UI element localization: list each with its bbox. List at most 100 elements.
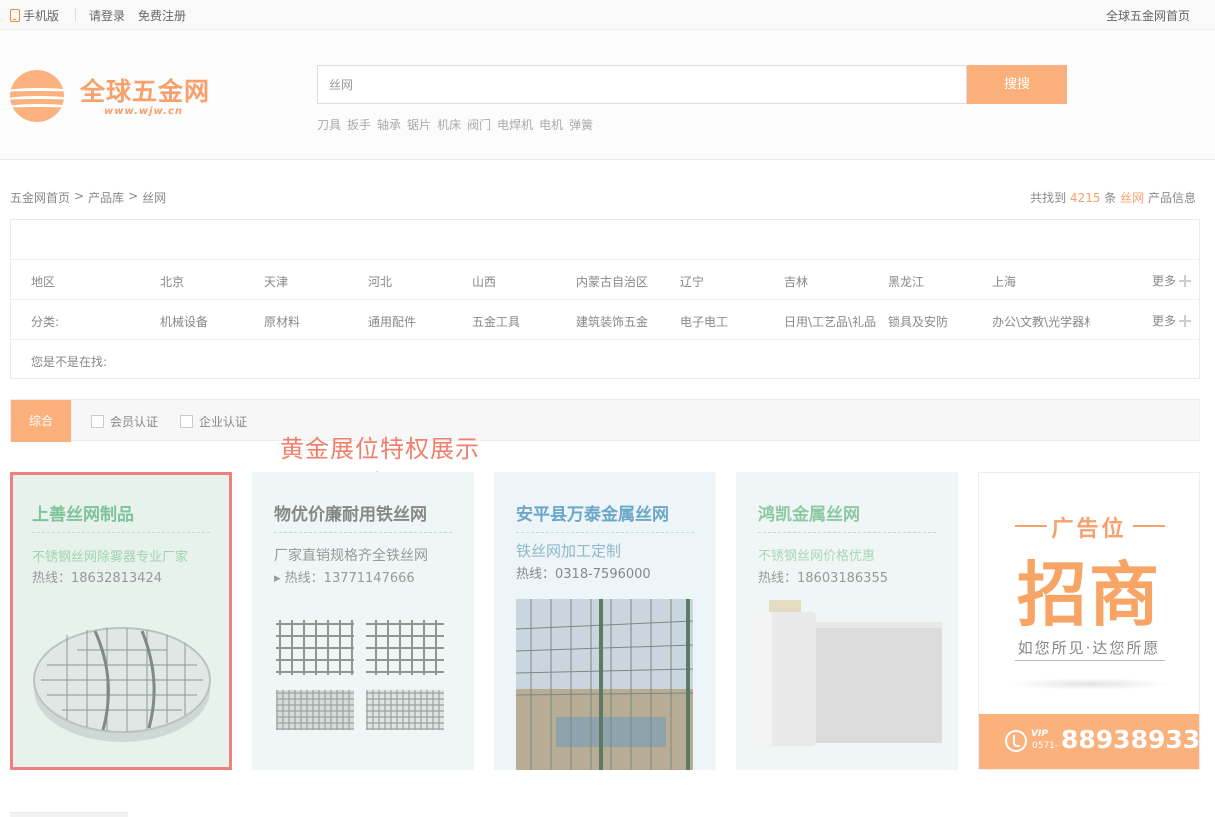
filter-option[interactable]: 原材料 <box>264 313 362 330</box>
ad-slot-card[interactable]: 广告位 招商 如您所见·达您所愿 VIP 0571- 88938933 <box>978 472 1200 770</box>
ad-headline: 招商 <box>1017 554 1161 636</box>
plus-icon <box>1179 274 1191 287</box>
phone-icon <box>1005 730 1027 752</box>
card-divider <box>274 532 452 533</box>
member-verified-filter[interactable]: 会员认证 <box>91 413 158 430</box>
filter-option[interactable]: 电子电工 <box>680 313 778 330</box>
filter-option[interactable]: 通用配件 <box>368 313 466 330</box>
filter-option[interactable]: 黑龙江 <box>888 273 986 290</box>
mobile-phone-icon <box>10 9 20 22</box>
filter-more-label: 更多 <box>1151 274 1176 288</box>
sort-all-tab[interactable]: 综合 <box>11 400 71 442</box>
filter-option[interactable]: 五金工具 <box>472 313 570 330</box>
member-verified-checkbox[interactable] <box>91 415 104 428</box>
search-input[interactable] <box>318 66 966 103</box>
card-slogan: 不锈钢丝网除雾器专业厂家 <box>32 550 189 565</box>
filter-option[interactable]: 吉林 <box>784 273 882 290</box>
breadcrumb-current: 丝网 <box>142 191 167 205</box>
breadcrumb-item[interactable]: 产品库 <box>88 189 124 206</box>
ad-phone-bar: VIP 0571- 88938933 <box>979 714 1199 769</box>
search-button[interactable]: 搜搜 <box>967 65 1067 104</box>
ad-phone-number: 88938933 <box>1061 725 1200 754</box>
card-divider <box>32 532 210 533</box>
hot-keyword[interactable]: 轴承 <box>377 116 401 133</box>
card-company-name: 鸿凯金属丝网 <box>758 505 860 525</box>
fence-photo-image <box>516 599 693 770</box>
card-hotline: 热线：18632813424 <box>32 571 162 586</box>
product-card[interactable]: 安平县万泰金属丝网 铁丝网加工定制 热线：0318-7596000 <box>494 472 716 770</box>
ad-title-line <box>1133 525 1165 527</box>
filter-option[interactable]: 日用\工艺品\礼品 <box>784 313 882 330</box>
mobile-label: 手机版 <box>23 9 60 23</box>
card-hotline-text: 热线：13771147666 <box>284 571 415 586</box>
ad-area-code: 0571- <box>1032 741 1059 751</box>
filter-row-suggest: 您是不是在找: <box>11 339 1199 379</box>
card-divider <box>516 532 694 533</box>
filter-option[interactable]: 建筑装饰五金 <box>576 313 674 330</box>
site-home-link[interactable]: 全球五金网首页 <box>1106 7 1190 24</box>
wire-mesh-samples-image <box>276 620 444 730</box>
hot-keyword[interactable]: 电焊机 <box>497 116 533 133</box>
result-count-number: 4215 <box>1069 191 1101 205</box>
filter-option[interactable]: 机械设备 <box>160 313 258 330</box>
filter-more-button[interactable]: 更多 <box>1152 272 1191 289</box>
card-hotline: 热线：0318-7596000 <box>516 567 651 582</box>
filter-option[interactable]: 天津 <box>264 273 362 290</box>
filter-more-label: 更多 <box>1151 314 1176 328</box>
filter-option[interactable]: 办公\文教\光学器材 <box>992 313 1090 330</box>
product-card[interactable]: 物优价廉耐用铁丝网 厂家直销规格齐全铁丝网 ▸ 热线：13771147666 <box>252 472 474 770</box>
product-card[interactable]: 鸿凯金属丝网 不锈钢丝网价格优惠 热线：18603186355 <box>736 472 958 770</box>
card-company-name: 物优价廉耐用铁丝网 <box>274 505 427 525</box>
filter-label: 分类: <box>31 315 60 329</box>
card-company-name: 安平县万泰金属丝网 <box>516 505 669 525</box>
filter-panel: 地区 北京 天津 河北 山西 内蒙古自治区 辽宁 吉林 黑龙江 上海 更多 分类… <box>10 219 1200 379</box>
filter-option[interactable]: 北京 <box>160 273 258 290</box>
filter-option[interactable]: 河北 <box>368 273 466 290</box>
header: 全球五金网 www.wjw.cn 搜搜 刀具 扳手 轴承 锯片 机床 阀门 电焊… <box>0 30 1215 160</box>
site-logo[interactable]: 全球五金网 www.wjw.cn <box>10 68 210 124</box>
breadcrumb-item[interactable]: 五金网首页 <box>10 189 70 206</box>
filter-row-region: 地区 北京 天津 河北 山西 内蒙古自治区 辽宁 吉林 黑龙江 上海 更多 <box>11 259 1199 299</box>
company-verified-filter[interactable]: 企业认证 <box>180 413 247 430</box>
breadcrumb: 五金网首页 > 产品库 > 丝网 <box>10 189 166 206</box>
plus-icon <box>1179 314 1191 327</box>
filter-option[interactable]: 内蒙古自治区 <box>576 273 674 290</box>
filter-option[interactable]: 山西 <box>472 273 570 290</box>
result-count-keyword: 丝网 <box>1120 191 1145 205</box>
hot-keyword[interactable]: 机床 <box>437 116 461 133</box>
filter-row-category: 分类: 机械设备 原材料 通用配件 五金工具 建筑装饰五金 电子电工 日用\工艺… <box>11 299 1199 339</box>
product-card[interactable]: 上善丝网制品 不锈钢丝网除雾器专业厂家 热线：18632813424 <box>10 472 232 770</box>
hot-keyword[interactable]: 电机 <box>539 116 563 133</box>
company-verified-checkbox[interactable] <box>180 415 193 428</box>
hot-keyword[interactable]: 扳手 <box>347 116 371 133</box>
card-divider <box>758 532 936 533</box>
logo-globe-icon <box>10 70 64 122</box>
filter-option[interactable]: 辽宁 <box>680 273 778 290</box>
mesh-roll-image <box>754 600 942 746</box>
result-count-unit: 条 <box>1104 191 1117 205</box>
top-bar: 手机版 请登录 免费注册 全球五金网首页 <box>0 0 1215 30</box>
card-hotline: ▸ 热线：13771147666 <box>274 571 415 586</box>
sort-bar: 综合 会员认证 企业认证 <box>10 399 1200 442</box>
card-slogan: 不锈钢丝网价格优惠 <box>758 549 876 564</box>
register-link[interactable]: 免费注册 <box>138 7 186 24</box>
hot-keyword[interactable]: 刀具 <box>317 116 341 133</box>
filter-more-button[interactable]: 更多 <box>1152 312 1191 329</box>
breadcrumb-separator: > <box>74 189 85 203</box>
hot-keyword[interactable]: 弹簧 <box>569 116 593 133</box>
result-count-prefix: 共找到 <box>1030 191 1067 205</box>
login-link[interactable]: 请登录 <box>89 7 125 24</box>
divider <box>75 8 76 21</box>
hot-keyword[interactable]: 锯片 <box>407 116 431 133</box>
search-box <box>317 65 967 104</box>
filter-option[interactable]: 上海 <box>992 273 1090 290</box>
filter-option[interactable]: 锁具及安防 <box>888 313 986 330</box>
hot-keyword[interactable]: 阀门 <box>467 116 491 133</box>
result-count: 共找到 4215 条 丝网 产品信息 <box>1030 189 1196 206</box>
annotation-text: 黄金展位特权展示 <box>280 435 480 463</box>
mobile-link[interactable]: 手机版 <box>10 7 59 24</box>
card-company-name: 上善丝网制品 <box>32 505 134 525</box>
ad-vip-label: VIP <box>1031 729 1048 739</box>
card-hotline: 热线：18603186355 <box>758 571 888 586</box>
card-slogan: 铁丝网加工定制 <box>516 542 622 560</box>
